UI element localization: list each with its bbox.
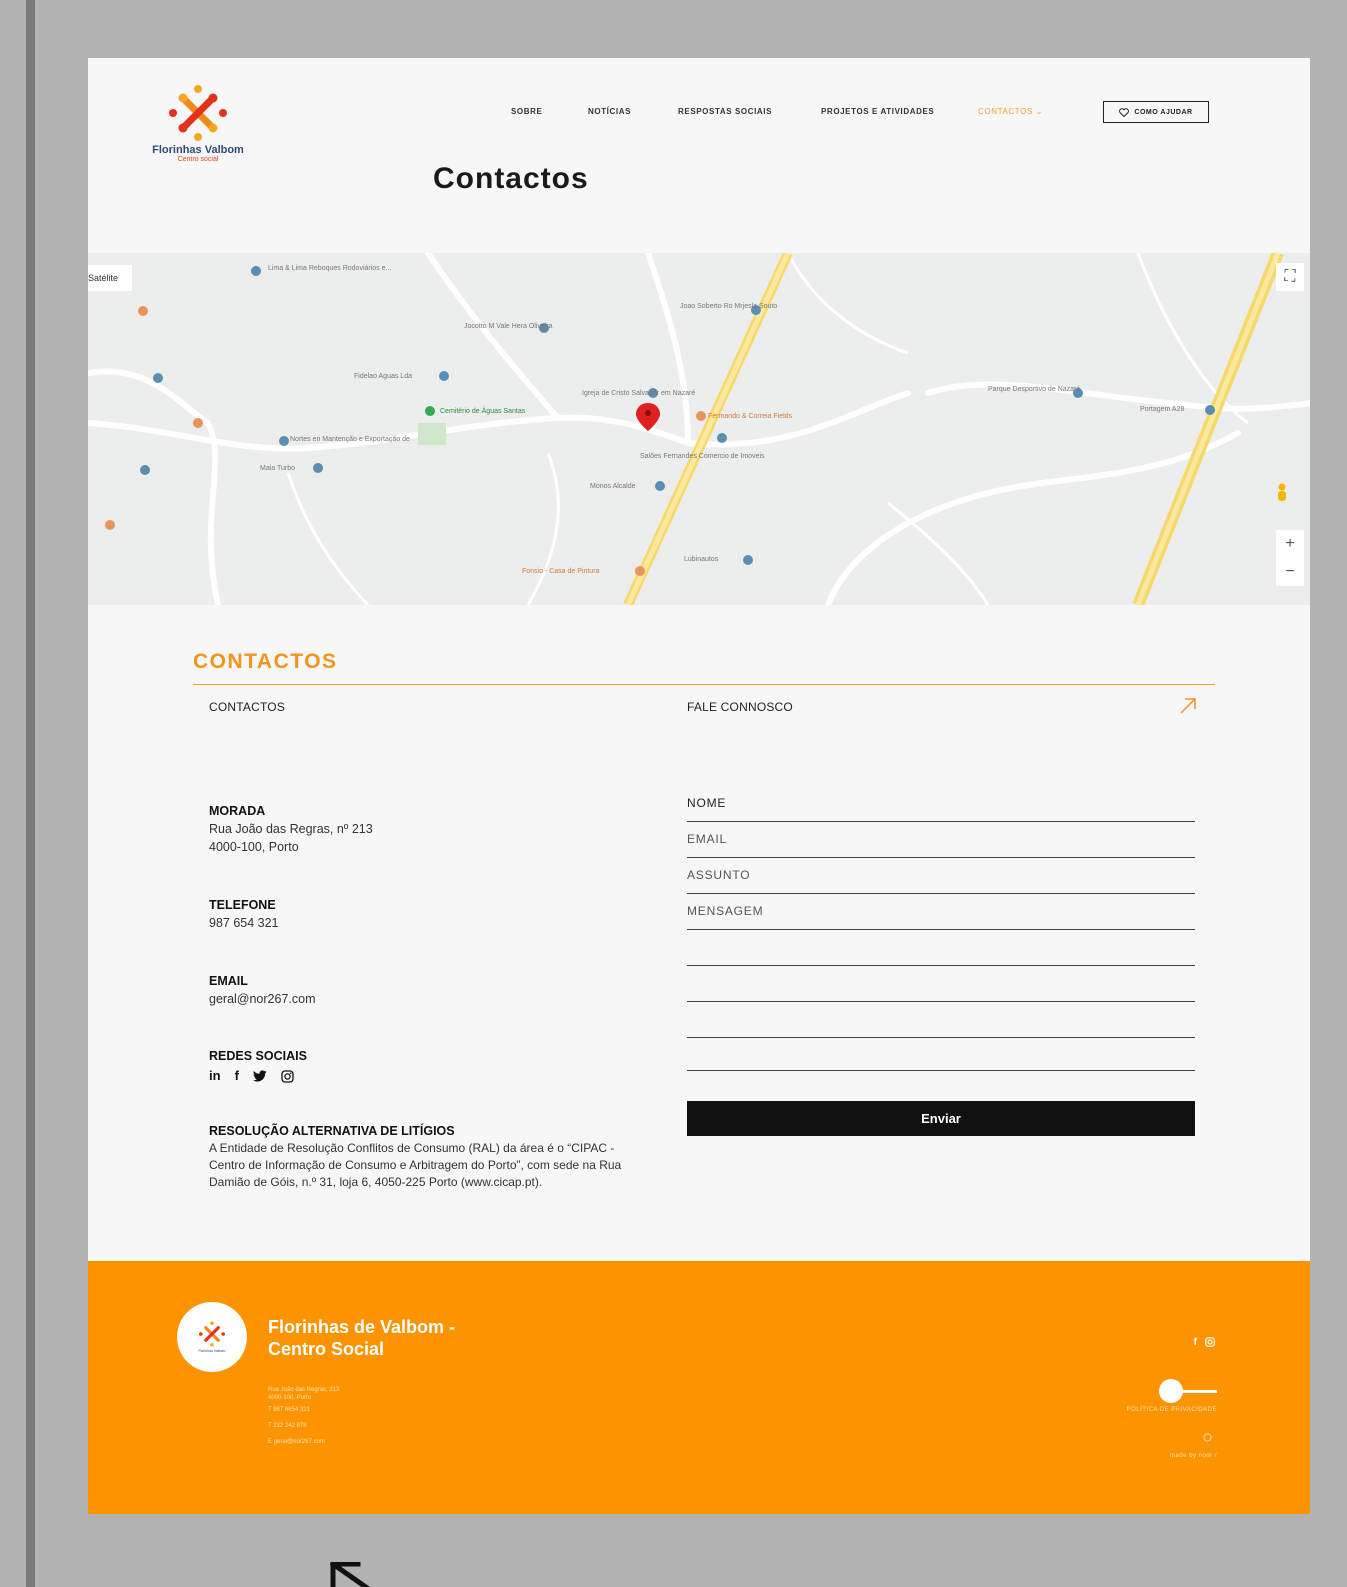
web-page: Florinhas Valbom Centro social SOBRE NOT… [88,58,1310,1514]
message-line[interactable] [687,1002,1195,1038]
footer-contact-info: Rua João das Regras, 213 4000-100, Porto… [268,1386,339,1450]
address-line-2: 4000-100, Porto [209,840,299,854]
email-block: EMAIL geral@nor267.com [209,972,316,1008]
map-place-label: Monos Alcalde [590,483,636,490]
footer-phone-1: T 987 6654 321 [268,1407,310,1413]
privacy-policy-link[interactable]: POLÍTICA DE PRIVACIDADE [1127,1407,1217,1413]
map-place-label: Joao Soberto Ro Mrjesla Souto [680,303,778,310]
map-place-label: Fermando & Correia Fields [708,413,793,420]
footer-address-line1: Rua João das Regras, 213 [268,1387,340,1393]
nav-item-respostas-sociais[interactable]: RESPOSTAS SOCIAIS [678,107,772,116]
map-satellite-toggle[interactable]: Satélite [88,265,132,291]
twitter-icon[interactable] [252,1070,267,1082]
badge-circle [1159,1379,1183,1403]
map-place-label: Lima & Lima Reboques Rodoviários e... [268,265,392,272]
made-by-link[interactable]: made by noor / [1170,1453,1217,1459]
map-place-label: Cemitério de Águas Santas [440,408,526,415]
section-divider [193,684,1215,685]
map-place-label: Salões Fernandes Comercio de Imoveis [640,453,765,460]
fale-connosco-title: FALE CONNOSCO [687,700,793,714]
credit-icon [1203,1433,1212,1442]
map-place-label: Fidelao Aguas Lda [354,373,412,380]
map-place-label: Portagem A28 [1140,406,1185,413]
message-line[interactable] [687,966,1195,1002]
nav-item-contactos-label: CONTACTOS [978,107,1033,116]
chevron-down-icon: ⌄ [1035,107,1044,116]
ral-block: RESOLUÇÃO ALTERNATIVA DE LITÍGIOS A Enti… [209,1123,649,1191]
mouse-cursor-icon [330,1562,371,1587]
florinhas-flower-icon [199,1321,225,1347]
facebook-icon[interactable]: f [1194,1337,1197,1348]
arrow-up-right-icon[interactable] [1178,696,1198,716]
fullscreen-icon[interactable]: ⛶ [1276,263,1304,291]
footer-logo[interactable]: Florinhas Valbom [177,1302,247,1372]
nav-item-sobre[interactable]: SOBRE [511,107,542,116]
ral-label: RESOLUÇÃO ALTERNATIVA DE LITÍGIOS [209,1124,455,1138]
nav-item-contactos[interactable]: CONTACTOS ⌄ [978,107,1043,116]
social-links: in f [209,1067,307,1085]
instagram-icon[interactable] [1205,1337,1215,1347]
address-label: MORADA [209,804,266,818]
map-place-label: Nortes en Mantenção e Exportação de [290,436,410,443]
nav-item-projetos[interactable]: PROJETOS E ATIVIDADES [821,107,934,116]
site-footer: Florinhas Valbom Florinhas de Valbom - C… [88,1261,1310,1514]
logo-subtitle: Centro social [177,156,219,163]
phone-block: TELEFONE 987 654 321 [209,896,279,932]
message-line[interactable] [687,1035,1195,1071]
social-label: REDES SOCIAIS [209,1049,307,1063]
email-field[interactable]: EMAIL [687,822,1195,858]
logo-name: Florinhas Valbom [152,144,244,156]
map-place-label: Fonsio - Casa de Pintura [522,568,600,575]
como-ajudar-button[interactable]: COMO AJUDAR [1103,101,1209,123]
social-block: REDES SOCIAIS in f [209,1047,307,1085]
footer-email: E geral@nor267.com [268,1439,325,1445]
map-place-label: Lubinautos [684,556,719,563]
subject-field[interactable]: ASSUNTO [687,858,1195,894]
message-field[interactable]: MENSAGEM [687,894,1195,930]
livro-reclamacoes-badge[interactable] [1159,1379,1217,1403]
footer-logo-text: Florinhas Valbom [198,1349,226,1353]
page-title: Contactos [433,162,589,195]
footer-org-name: Florinhas de Valbom - Centro Social [268,1316,455,1360]
instagram-icon[interactable] [281,1069,294,1083]
heart-icon [1119,107,1130,117]
footer-org-name-line1: Florinhas de Valbom - [268,1317,456,1337]
footer-phone-2: T 232 242 878 [268,1423,307,1429]
map-place-label: Jocotto M Vale Hera Oliveira [464,323,553,330]
footer-social-links: f [1194,1337,1215,1348]
map-place-label: Maia Turbo [260,465,296,472]
address-line-1: Rua João das Regras, nº 213 [209,822,373,836]
footer-org-name-line2: Centro Social [268,1339,385,1359]
map-place-label: Igreja de Cristo Salvador em Nazaré [582,390,696,397]
phone-value[interactable]: 987 654 321 [209,914,279,932]
email-label: EMAIL [209,974,248,988]
footer-address-line2: 4000-100, Porto [268,1395,312,1401]
contacts-column-title: CONTACTOS [209,700,286,714]
linkedin-icon[interactable]: in [209,1067,221,1085]
pegman-icon [1278,483,1286,501]
contacts-section-title: CONTACTOS [193,650,338,673]
zoom-in-button[interactable]: + [1276,530,1304,558]
submit-button[interactable]: Enviar [687,1101,1195,1136]
main-nav: SOBRE NOTÍCIAS RESPOSTAS SOCIAIS PROJETO… [88,101,1310,125]
nav-item-noticias[interactable]: NOTÍCIAS [588,107,631,116]
phone-label: TELEFONE [209,898,276,912]
ral-text: A Entidade de Resolução Conflitos de Con… [209,1141,622,1189]
facebook-icon[interactable]: f [235,1067,239,1085]
window-edge-bar [26,0,35,1587]
google-map[interactable]: Satélite Lima & Lima Reboques Rodoviário… [88,253,1310,605]
zoom-out-button[interactable]: − [1276,558,1304,586]
street-view-pegman-icon[interactable] [1276,483,1304,511]
address-block: MORADA Rua João das Regras, nº 213 4000-… [209,802,373,856]
email-value[interactable]: geral@nor267.com [209,990,316,1008]
name-field[interactable]: NOME [687,786,1195,822]
como-ajudar-label: COMO AJUDAR [1134,108,1193,116]
map-place-label: Parque Desportivo de Nazaré [988,386,1081,393]
badge-line [1181,1389,1217,1393]
message-line[interactable] [687,930,1195,966]
